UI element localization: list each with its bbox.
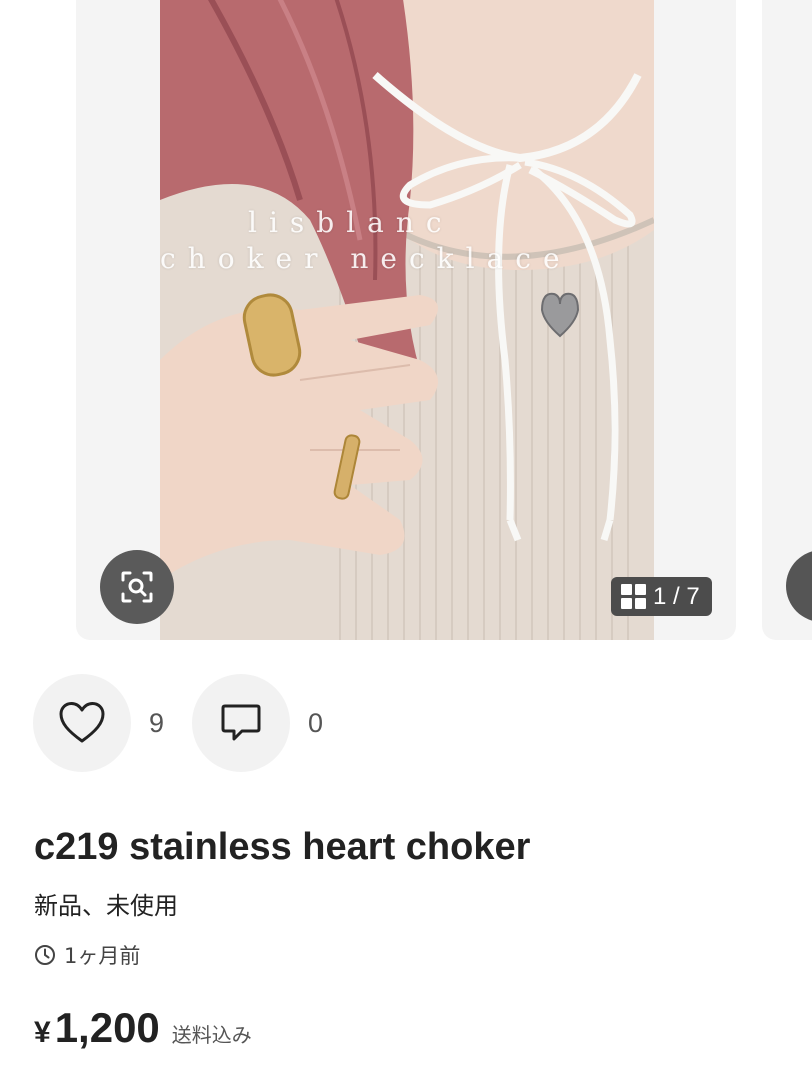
comment-count: 0 <box>308 708 324 738</box>
image-search-button[interactable] <box>100 550 174 624</box>
comment-icon <box>221 704 261 741</box>
comment-button[interactable] <box>192 674 290 772</box>
carousel-slide[interactable]: lisblanc choker necklace <box>76 0 736 640</box>
price-row: ¥ 1,200 送料込み <box>34 1004 252 1052</box>
clock-icon <box>35 945 55 965</box>
posted-time: 1ヶ月前 <box>34 940 140 970</box>
next-slide-peek[interactable] <box>762 0 812 640</box>
like-count: 9 <box>149 708 165 738</box>
item-title: c219 stainless heart choker <box>34 826 531 868</box>
product-photo[interactable]: lisblanc choker necklace <box>160 0 654 640</box>
grid-icon <box>621 584 646 609</box>
overlay-product-text: choker necklace <box>160 242 572 275</box>
item-price: 1,200 <box>54 1004 160 1051</box>
item-condition: 新品、未使用 <box>34 892 178 920</box>
shipping-label: 送料込み <box>171 1023 252 1047</box>
overlay-brand-text: lisblanc <box>248 206 454 239</box>
posted-time-text: 1ヶ月前 <box>64 944 141 968</box>
page-counter-text: 1 / 7 <box>653 582 700 610</box>
heart-icon <box>59 702 105 743</box>
like-button[interactable] <box>33 674 131 772</box>
image-carousel[interactable]: lisblanc choker necklace 1 / 7 <box>0 0 812 640</box>
currency-symbol: ¥ <box>34 1016 51 1049</box>
image-page-counter[interactable]: 1 / 7 <box>611 577 712 616</box>
lens-search-icon <box>121 571 153 603</box>
